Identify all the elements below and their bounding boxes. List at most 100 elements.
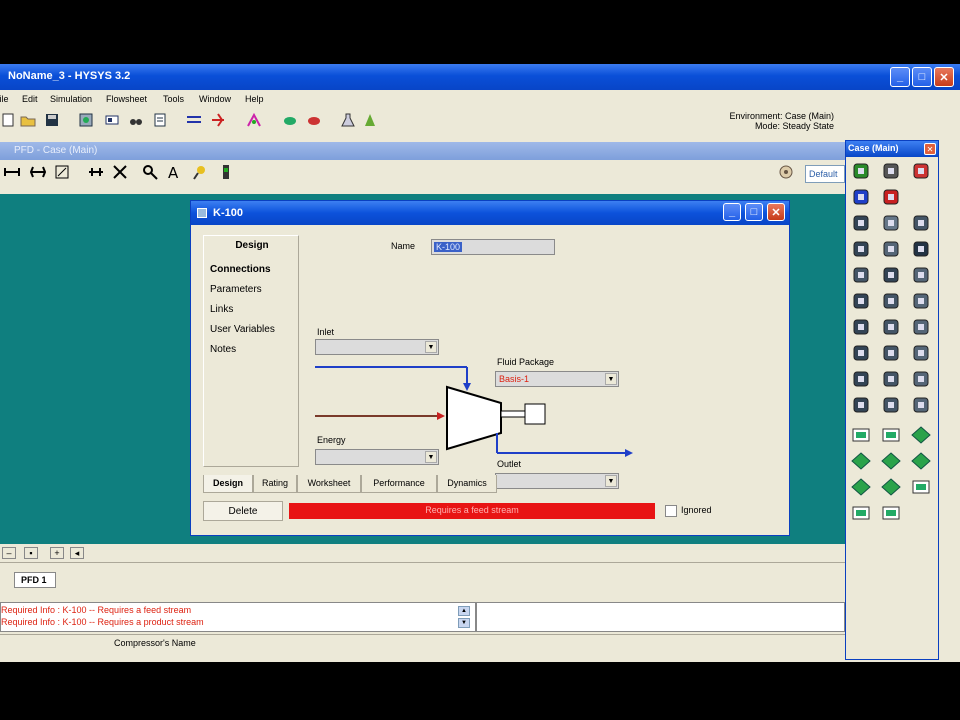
nav-parameters[interactable]: Parameters bbox=[210, 284, 262, 295]
relief-icon[interactable] bbox=[880, 343, 902, 363]
inlet-select[interactable]: ▼ bbox=[315, 339, 439, 355]
adjust-icon[interactable] bbox=[850, 369, 872, 389]
menu-tools[interactable]: Tools bbox=[163, 94, 184, 104]
minimize-button[interactable]: _ bbox=[890, 67, 910, 87]
cstr-icon[interactable] bbox=[880, 395, 902, 415]
tab-worksheet[interactable]: Worksheet bbox=[297, 475, 361, 493]
tab-performance[interactable]: Performance bbox=[361, 475, 437, 493]
move-mode-icon[interactable] bbox=[88, 164, 104, 180]
blue-stream-icon[interactable] bbox=[850, 187, 872, 207]
menu-simulation[interactable]: Simulation bbox=[50, 94, 92, 104]
heater-icon[interactable] bbox=[880, 213, 902, 233]
pump-icon[interactable] bbox=[850, 239, 872, 259]
expander-icon[interactable] bbox=[850, 291, 872, 311]
scroll-up-icon[interactable]: ▲ bbox=[458, 606, 470, 616]
column-icon[interactable] bbox=[910, 239, 932, 259]
zoom-in-button[interactable]: + bbox=[50, 547, 64, 559]
mode-switch-icon[interactable] bbox=[362, 112, 378, 128]
scroll-down-icon[interactable]: ▼ bbox=[458, 618, 470, 628]
air-cooler-icon[interactable] bbox=[880, 317, 902, 337]
data-book-icon[interactable] bbox=[152, 112, 168, 128]
delete-icon[interactable] bbox=[910, 161, 932, 181]
close-button[interactable]: ✕ bbox=[934, 67, 954, 87]
diamond-logic-icon[interactable] bbox=[880, 477, 902, 497]
reactor-icon[interactable] bbox=[880, 265, 902, 285]
valve-icon[interactable] bbox=[850, 343, 872, 363]
tab-rating[interactable]: Rating bbox=[253, 475, 297, 493]
nav-notes[interactable]: Notes bbox=[210, 344, 236, 355]
menu-flowsheet[interactable]: Flowsheet bbox=[106, 94, 147, 104]
tee-icon[interactable] bbox=[910, 291, 932, 311]
cooler-icon[interactable] bbox=[850, 265, 872, 285]
heat-exchanger-icon[interactable] bbox=[910, 265, 932, 285]
color-scheme-icon[interactable] bbox=[192, 164, 208, 180]
name-input[interactable]: K-100 bbox=[431, 239, 555, 255]
tank-icon[interactable] bbox=[910, 213, 932, 233]
zoom-all-icon[interactable] bbox=[30, 164, 46, 180]
separator-icon[interactable] bbox=[850, 213, 872, 233]
recycle-icon[interactable] bbox=[910, 369, 932, 389]
nav-connections[interactable]: Connections bbox=[210, 264, 271, 275]
size-mode-icon[interactable] bbox=[4, 164, 20, 180]
diamond-logic-icon[interactable] bbox=[850, 451, 872, 471]
pfr-icon[interactable] bbox=[850, 395, 872, 415]
maximize-button[interactable]: □ bbox=[912, 67, 932, 87]
stream-label-icon[interactable] bbox=[218, 164, 234, 180]
dialog-minimize-button[interactable]: _ bbox=[723, 203, 741, 221]
tab-dynamics[interactable]: Dynamics bbox=[437, 475, 497, 493]
column-icon[interactable] bbox=[850, 503, 872, 523]
material-stream-icon[interactable] bbox=[850, 161, 872, 181]
outlet-select[interactable]: ▼ bbox=[495, 473, 619, 489]
open-case-icon[interactable] bbox=[20, 112, 36, 128]
zoom-reset-button[interactable]: ▪ bbox=[24, 547, 38, 559]
menu-help[interactable]: Help bbox=[245, 94, 264, 104]
mixer-icon[interactable] bbox=[880, 291, 902, 311]
menu-window[interactable]: Window bbox=[199, 94, 231, 104]
zoom-out-button[interactable]: – bbox=[2, 547, 16, 559]
recycle-icon[interactable] bbox=[210, 112, 226, 128]
save-case-icon[interactable] bbox=[44, 112, 60, 128]
pfd-icon[interactable] bbox=[104, 112, 120, 128]
menu-file[interactable]: File bbox=[0, 94, 9, 104]
optimizer-icon[interactable] bbox=[246, 112, 262, 128]
steady-state-icon[interactable] bbox=[282, 112, 298, 128]
ignored-checkbox[interactable] bbox=[665, 505, 677, 517]
palette-toggle-icon[interactable] bbox=[778, 164, 794, 180]
tab-pfd-1[interactable]: PFD 1 bbox=[14, 572, 56, 588]
red-stream-icon[interactable] bbox=[880, 187, 902, 207]
tab-design[interactable]: Design bbox=[203, 475, 253, 493]
nav-links[interactable]: Links bbox=[210, 304, 233, 315]
diamond-logic-icon[interactable] bbox=[910, 451, 932, 471]
diamond-logic-icon[interactable] bbox=[910, 425, 932, 445]
label-scheme-select[interactable]: Default bbox=[805, 165, 845, 183]
fired-heater-icon[interactable] bbox=[910, 317, 932, 337]
dialog-maximize-button[interactable]: □ bbox=[745, 203, 763, 221]
equations-icon[interactable] bbox=[186, 112, 202, 128]
message-scrollbar[interactable]: ▲ ▼ bbox=[458, 606, 470, 630]
delete-button[interactable]: Delete bbox=[203, 501, 283, 521]
utility-icon[interactable] bbox=[910, 477, 932, 497]
subflowsheet-icon[interactable] bbox=[850, 425, 872, 445]
flask-icon[interactable] bbox=[340, 112, 356, 128]
utility-icon[interactable] bbox=[880, 503, 902, 523]
new-case-icon[interactable] bbox=[0, 112, 16, 128]
spreadsheet-icon[interactable] bbox=[880, 369, 902, 389]
break-connection-icon[interactable] bbox=[112, 164, 128, 180]
gibbs-icon[interactable] bbox=[910, 395, 932, 415]
palette-close-button[interactable]: ✕ bbox=[924, 143, 936, 155]
compressor-icon[interactable] bbox=[880, 239, 902, 259]
menu-edit[interactable]: Edit bbox=[22, 94, 38, 104]
lng-icon[interactable] bbox=[850, 317, 872, 337]
diamond-logic-icon[interactable] bbox=[850, 477, 872, 497]
dynamic-mode-icon[interactable] bbox=[306, 112, 322, 128]
lock-icon[interactable] bbox=[880, 161, 902, 181]
workbook-icon[interactable] bbox=[78, 112, 94, 128]
template-icon[interactable] bbox=[880, 425, 902, 445]
nav-user-variables[interactable]: User Variables bbox=[210, 324, 275, 335]
auto-position-icon[interactable] bbox=[54, 164, 70, 180]
zoom-icon[interactable] bbox=[142, 164, 158, 180]
text-tool-icon[interactable]: A bbox=[166, 164, 182, 180]
dialog-close-button[interactable]: ✕ bbox=[767, 203, 785, 221]
binoculars-icon[interactable] bbox=[128, 112, 144, 128]
scroll-left-button[interactable]: ◂ bbox=[70, 547, 84, 559]
